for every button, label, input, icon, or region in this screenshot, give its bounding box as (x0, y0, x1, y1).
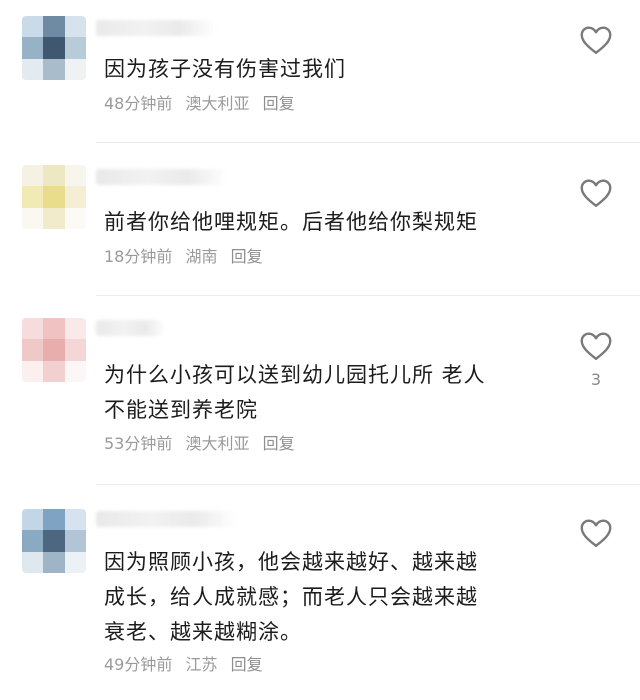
comment-text-line: 成长，给人成就感；而老人只会越来越 (104, 585, 478, 609)
comment-text: 为什么小孩可以送到幼儿园托儿所 老人 不能送到养老院 (104, 358, 544, 428)
heart-outline-icon (580, 26, 612, 54)
like-count: 3 (590, 370, 602, 389)
comment-meta: 49分钟前 江苏 回复 (104, 651, 271, 675)
comment-location: 江苏 (185, 655, 218, 674)
comment-location: 湖南 (185, 247, 218, 266)
username-blurred[interactable] (96, 320, 166, 336)
username-blurred[interactable] (96, 169, 226, 185)
comment-text-line: 衰老、越来越糊涂。 (104, 620, 302, 644)
comment-text-line: 为什么小孩可以送到幼儿园托儿所 老人 (104, 363, 486, 387)
like-button[interactable] (578, 175, 614, 211)
heart-outline-icon (580, 519, 612, 547)
comment-text: 因为照顾小孩，他会越来越好、越来越 成长，给人成就感；而老人只会越来越 衰老、越… (104, 545, 544, 650)
avatar[interactable] (22, 16, 86, 80)
reply-button[interactable]: 回复 (231, 247, 263, 266)
comment-feed: 因为孩子没有伤害过我们 48分钟前 澳大利亚 回复 前者你给他哩规矩。后者他给你… (0, 0, 640, 700)
comment-item: 为什么小孩可以送到幼儿园托儿所 老人 不能送到养老院 53分钟前 澳大利亚 回复… (0, 296, 640, 484)
comment-time: 53分钟前 (104, 434, 173, 453)
like-button[interactable] (578, 515, 614, 551)
comment-time: 49分钟前 (104, 655, 173, 674)
comment-location: 澳大利亚 (185, 434, 250, 453)
heart-outline-icon (580, 179, 612, 207)
comment-item: 前者你给他哩规矩。后者他给你梨规矩 18分钟前 湖南 回复 (0, 143, 640, 295)
avatar[interactable] (22, 165, 86, 229)
comment-text: 因为孩子没有伤害过我们 (104, 57, 346, 81)
username-blurred[interactable] (96, 20, 216, 36)
comment-meta: 53分钟前 澳大利亚 回复 (104, 430, 303, 454)
reply-button[interactable]: 回复 (231, 655, 263, 674)
comment-time: 18分钟前 (104, 247, 173, 266)
username-blurred[interactable] (96, 511, 236, 527)
avatar[interactable] (22, 509, 86, 573)
avatar[interactable] (22, 318, 86, 382)
like-button[interactable] (578, 328, 614, 364)
reply-button[interactable]: 回复 (263, 434, 295, 453)
like-button[interactable] (578, 22, 614, 58)
comment-time: 48分钟前 (104, 94, 173, 113)
comment-text-line: 因为照顾小孩，他会越来越好、越来越 (104, 550, 478, 574)
comment-item: 因为孩子没有伤害过我们 48分钟前 澳大利亚 回复 (0, 0, 640, 142)
comment-meta: 48分钟前 澳大利亚 回复 (104, 90, 303, 114)
heart-outline-icon (580, 332, 612, 360)
reply-button[interactable]: 回复 (263, 94, 295, 113)
comment-text: 前者你给他哩规矩。后者他给你梨规矩 (104, 210, 478, 234)
comment-meta: 18分钟前 湖南 回复 (104, 243, 271, 267)
comment-location: 澳大利亚 (185, 94, 250, 113)
comment-text-line: 不能送到养老院 (104, 398, 258, 422)
comment-item: 因为照顾小孩，他会越来越好、越来越 成长，给人成就感；而老人只会越来越 衰老、越… (0, 485, 640, 700)
